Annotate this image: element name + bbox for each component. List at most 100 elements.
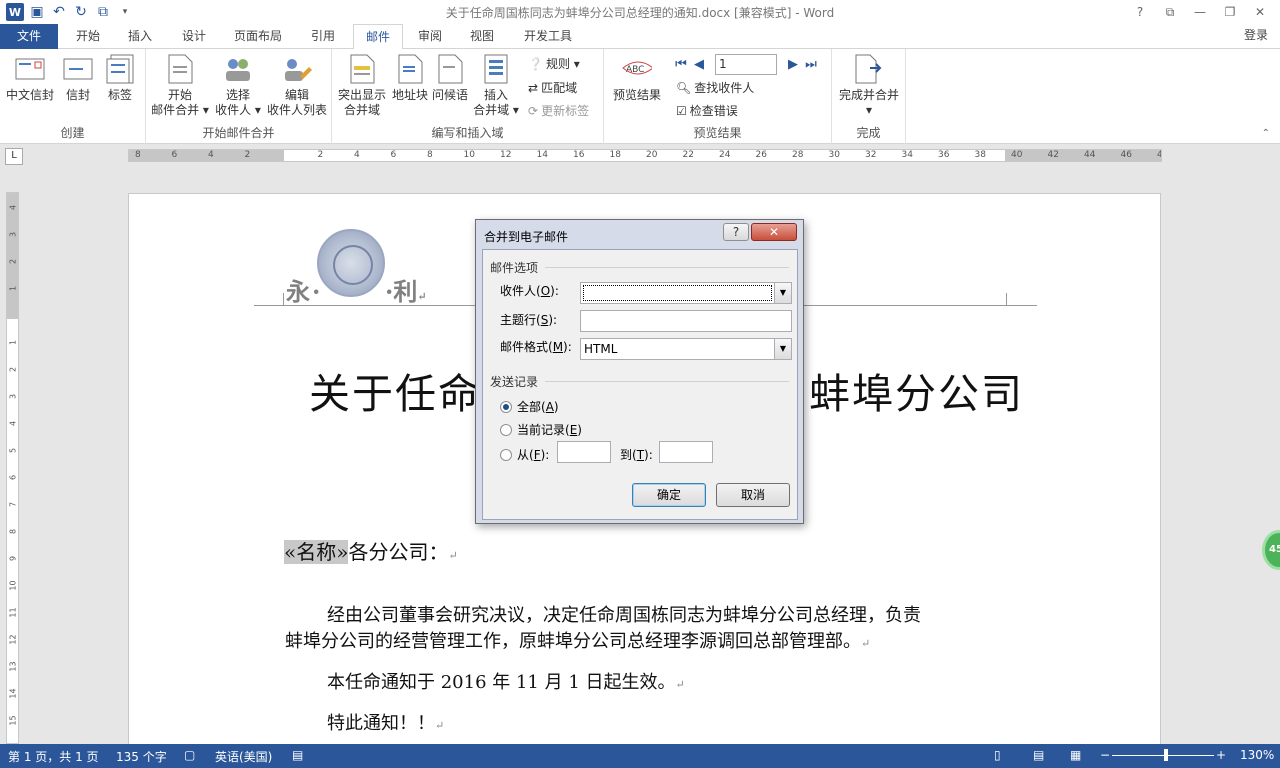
minimize-icon[interactable]: —: [1186, 2, 1214, 22]
insert-field-icon: [481, 53, 511, 85]
page-count[interactable]: 第 1 页，共 1 页: [8, 748, 99, 765]
title-bar: W ▣ ↶ ↻ ⧉ ▾ 关于任命周国栋同志为蚌埠分公司总经理的通知.docx […: [0, 0, 1280, 24]
zoom-thumb[interactable]: [1164, 749, 1168, 761]
tab-mailings[interactable]: 邮件: [353, 24, 403, 50]
tab-layout[interactable]: 页面布局: [228, 24, 288, 49]
preview-results-button[interactable]: ABC 预览结果: [608, 53, 666, 103]
dropdown-arrow-icon[interactable]: ▼: [774, 283, 791, 303]
greeting-icon: [435, 53, 465, 85]
match-fields-icon: ⇄: [528, 80, 539, 95]
web-layout-icon[interactable]: ▦: [1070, 748, 1081, 762]
from-record-input[interactable]: [557, 441, 611, 463]
vruler-number: 6: [8, 474, 18, 481]
cancel-button[interactable]: 取消: [716, 483, 790, 507]
insert-merge-field-button[interactable]: 插入 合并域 ▾: [470, 53, 522, 118]
radio-current-record[interactable]: 当前记录(E): [500, 421, 582, 438]
tab-references[interactable]: 引用: [303, 24, 343, 49]
tab-file[interactable]: 文件: [0, 24, 58, 49]
logo-text-right: ·利↵: [385, 277, 427, 306]
edit-recipient-list-button[interactable]: 编辑 收件人列表: [264, 53, 330, 118]
window-title: 关于任命周国栋同志为蚌埠分公司总经理的通知.docx [兼容模式] - Word: [445, 6, 835, 20]
word-count[interactable]: 135 个字: [116, 748, 167, 765]
company-seal-logo: [317, 229, 385, 297]
next-record-icon[interactable]: ▶: [786, 57, 800, 72]
merge-field-name[interactable]: «名称»: [284, 540, 349, 564]
radio-icon: [500, 423, 512, 436]
zoom-out-button[interactable]: −: [1100, 748, 1110, 762]
to-combo[interactable]: ▼: [580, 282, 792, 304]
group-write-insert: 突出显示 合并域 地址块 问候语 插入 合并域 ▾ ❔ 规则 ▾ ⇄ 匹配域 ⟳ 更新…: [332, 49, 604, 144]
ruler-number: 24: [719, 150, 731, 160]
zoom-slider[interactable]: [1112, 755, 1214, 756]
vruler-number: 5: [8, 447, 18, 454]
help-icon[interactable]: ?: [1126, 2, 1154, 22]
update-labels-button[interactable]: ⟳ 更新标签: [528, 102, 589, 119]
proofing-icon[interactable]: ▢: [184, 748, 195, 762]
highlight-icon: [347, 53, 377, 85]
ruler-number: 22: [682, 150, 694, 160]
vruler-number: 15: [8, 715, 18, 726]
match-fields-button[interactable]: ⇄ 匹配域: [528, 79, 577, 96]
collapse-ribbon-icon[interactable]: ⌃: [1262, 128, 1270, 139]
subject-input[interactable]: [580, 310, 792, 332]
vertical-ruler[interactable]: 4 3 2 1 1 2 3 4 5 6 7 8 9 10 11 12 13 14 15: [6, 192, 19, 744]
tab-selector[interactable]: L: [5, 148, 23, 165]
vruler-number: 4: [8, 204, 18, 211]
dialog-help-button[interactable]: ?: [723, 223, 749, 241]
highlight-merge-fields-button[interactable]: 突出显示 合并域: [334, 53, 390, 118]
tab-review[interactable]: 审阅: [410, 24, 450, 49]
tab-home[interactable]: 开始: [68, 24, 108, 49]
format-select[interactable]: HTML ▼: [580, 338, 792, 360]
horizontal-ruler[interactable]: 8 6 4 2 2 4 6 8 10 12 14 16 18 20 22 24 26 28 30 32 34 36 38 40…: [128, 149, 1162, 162]
login-link[interactable]: 登录: [1244, 26, 1268, 43]
chinese-envelope-button[interactable]: 中文信封: [4, 53, 56, 103]
radio-from[interactable]: 从(F):: [500, 446, 549, 463]
envelope-button[interactable]: 信封: [58, 53, 98, 103]
logo-text-left: 永·: [286, 277, 323, 306]
labels-button[interactable]: 标签: [100, 53, 140, 103]
tab-developer[interactable]: 开发工具: [516, 24, 580, 49]
tab-design[interactable]: 设计: [174, 24, 214, 49]
section-send-records: 发送记录: [490, 375, 539, 389]
zoom-level[interactable]: 130%: [1240, 748, 1274, 762]
vruler-number: 7: [8, 501, 18, 508]
tab-insert[interactable]: 插入: [120, 24, 160, 49]
greeting-line-button[interactable]: 问候语: [430, 53, 470, 103]
restore-icon[interactable]: ❐: [1216, 2, 1244, 22]
read-mode-icon[interactable]: ▯: [994, 748, 1001, 762]
ruler-number: 6: [390, 150, 397, 160]
start-mail-merge-button[interactable]: 开始 邮件合并 ▾: [150, 53, 210, 118]
dropdown-arrow-icon[interactable]: ▼: [774, 339, 791, 359]
vruler-number: 3: [8, 231, 18, 238]
record-number-input[interactable]: 1: [715, 54, 777, 75]
ok-button[interactable]: 确定: [632, 483, 706, 507]
finish-merge-button[interactable]: 完成并合并 ▾: [834, 53, 904, 118]
macro-icon[interactable]: ▤: [292, 748, 303, 762]
print-layout-icon[interactable]: ▤: [1033, 748, 1044, 762]
envelope-icon: [63, 53, 93, 85]
rules-button[interactable]: ❔ 规则 ▾: [528, 55, 580, 72]
format-label: 邮件格式(M):: [500, 340, 572, 354]
document-title-left: 关于任命: [309, 370, 481, 418]
last-record-icon[interactable]: ⏭: [804, 57, 818, 72]
check-errors-button[interactable]: ☑ 检查错误: [676, 102, 738, 119]
zoom-in-button[interactable]: +: [1216, 748, 1226, 762]
ruler-number: 2: [317, 150, 324, 160]
find-recipient-button[interactable]: 🔍︎ 查找收件人: [676, 79, 754, 96]
vruler-number: 3: [8, 393, 18, 400]
ribbon-display-icon[interactable]: ⧉: [1156, 2, 1184, 22]
document-title-right: 蚌埠分公司: [809, 370, 1024, 418]
radio-all[interactable]: 全部(A): [500, 398, 559, 415]
dialog-body: 邮件选项 收件人(O): ▼ 主题行(S): 邮件格式(M): HTML ▼ 发…: [482, 249, 798, 520]
first-record-icon[interactable]: ⏮: [674, 57, 688, 72]
to-record-input[interactable]: [659, 441, 713, 463]
select-recipients-button[interactable]: 选择 收件人 ▾: [208, 53, 268, 118]
dialog-close-button[interactable]: ✕: [751, 223, 797, 241]
floating-badge[interactable]: 45: [1262, 530, 1280, 570]
language[interactable]: 英语(美国): [215, 748, 272, 765]
tab-view[interactable]: 视图: [462, 24, 502, 49]
labels-icon: [105, 53, 135, 85]
previous-record-icon[interactable]: ◀: [692, 57, 706, 72]
close-icon[interactable]: ✕: [1246, 2, 1274, 22]
address-block-button[interactable]: 地址块: [390, 53, 430, 103]
